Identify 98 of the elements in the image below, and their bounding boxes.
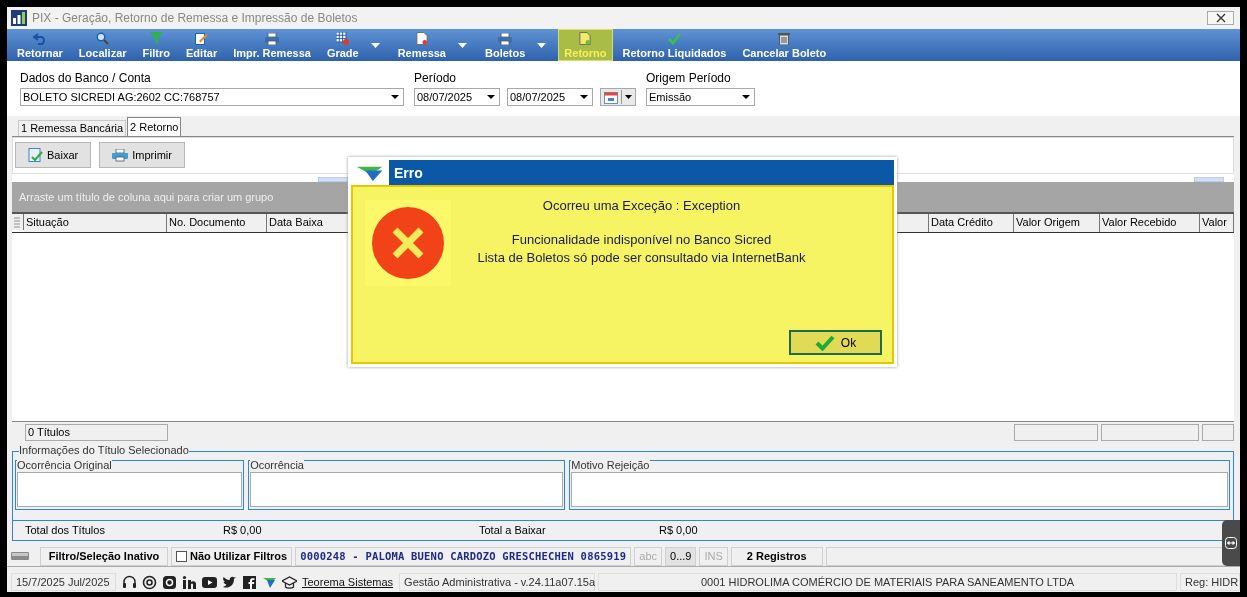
check-icon: [814, 334, 835, 351]
error-icon: [365, 200, 451, 286]
action-button[interactable]: Baixar: [15, 142, 92, 169]
total-label: Total dos Títulos: [25, 524, 106, 537]
column-header[interactable]: Valor Recebido: [1100, 213, 1200, 232]
printer-icon: [498, 33, 513, 46]
action-button[interactable]: Imprimir: [99, 142, 185, 169]
company-link[interactable]: Teorema Sistemas: [302, 576, 394, 589]
dropdown-caret-icon[interactable]: [537, 42, 547, 48]
calendar-button[interactable]: [600, 88, 636, 107]
registration-label: Reg: HIDR: [1180, 573, 1240, 592]
end-date-dropdown[interactable]: 08/07/2025: [507, 88, 593, 107]
funnel-icon: [149, 32, 163, 46]
document-icon: [579, 32, 592, 46]
product-version: Gestão Administrativa - v.24.11a07.15a: [399, 573, 596, 592]
memo-label: Motivo Rejeição: [571, 458, 650, 471]
key-indicator: 0...9: [665, 546, 697, 566]
remote-control-tab[interactable]: [1222, 520, 1240, 566]
group-hint: Arraste um título de coluna aqui para criar um grupo: [19, 190, 274, 203]
period-origin-dropdown[interactable]: Emissão: [646, 88, 755, 107]
total-value: R$ 0,00: [223, 524, 263, 537]
facebook-icon[interactable]: [242, 574, 257, 590]
keyboard-icon: [11, 552, 29, 561]
back-arrow-icon: [32, 33, 47, 46]
toolbar-button[interactable]: Localizar: [72, 29, 133, 62]
record-count: 0 Títulos: [25, 424, 168, 442]
toolbar-button[interactable]: Editar: [180, 29, 224, 62]
graduation-cap-icon[interactable]: [282, 574, 297, 590]
caret-icon: [580, 95, 588, 100]
field-label: Origem Período: [646, 71, 732, 86]
summary-cell: [1202, 424, 1234, 442]
caret-icon: [487, 95, 495, 100]
caret-icon: [742, 95, 750, 100]
dropdown-caret-icon[interactable]: [370, 42, 380, 48]
selected-record: 0000248 - PALOMA BUENO CARDOZO GRESCHECHEN 0865919: [295, 546, 632, 566]
total-value: R$ 0,00: [659, 524, 699, 537]
checkbox[interactable]: [176, 550, 187, 562]
toolbar-button[interactable]: Retornar: [11, 29, 69, 62]
search-icon: [96, 32, 110, 46]
group-title: Informações do Título Selecionado: [19, 443, 189, 456]
company-name: 0001 HIDROLIMA COMÉRCIO DE MATERIAIS PARA SANEAMENTO LTDA: [598, 573, 1177, 592]
field-label: Período: [414, 71, 458, 86]
app-icon: [11, 10, 27, 27]
window-title: PIX - Geração, Retorno de Remessa e Impressão de Boletos: [32, 11, 359, 26]
memo-field[interactable]: [250, 471, 564, 507]
dropdown-caret-icon[interactable]: [458, 42, 467, 48]
caret-icon: [625, 95, 632, 100]
printer-icon: [112, 148, 129, 162]
bird-icon[interactable]: [222, 574, 237, 590]
start-date-dropdown[interactable]: 08/07/2025: [414, 88, 500, 107]
column-header[interactable]: No. Documento: [167, 213, 267, 232]
play-icon[interactable]: [202, 574, 217, 590]
calendar-icon: [604, 90, 618, 104]
toolbar-button[interactable]: Retorno Liquidados: [616, 29, 733, 62]
bank-account-dropdown[interactable]: BOLETO SICREDI AG:2602 CC:768757: [20, 88, 404, 107]
key-indicator: INS: [699, 546, 728, 566]
memo-label: Ocorrência: [250, 458, 304, 471]
date-label: 15/7/2025 Jul/2025: [11, 573, 116, 592]
memo-field[interactable]: [571, 471, 1228, 507]
ok-button[interactable]: Ok: [789, 330, 882, 355]
column-chooser-icon[interactable]: [12, 213, 24, 230]
headset-icon[interactable]: [122, 574, 137, 590]
error-message: Funcionalidade indisponível no Banco Sicred: [511, 231, 772, 249]
close-button[interactable]: [1207, 11, 1234, 26]
toolbar-button[interactable]: Boletos: [479, 29, 532, 62]
column-header[interactable]: Valor: [1200, 213, 1234, 232]
trash-icon: [778, 32, 791, 46]
error-heading: Ocorreu uma Exceção : Exception: [542, 198, 741, 213]
grid-icon: [336, 32, 350, 46]
column-header[interactable]: Situação: [24, 213, 167, 232]
total-label: Total a Baixar: [479, 524, 547, 537]
printer-icon: [265, 33, 280, 46]
pencil-icon: [195, 32, 209, 46]
dialog-title: Erro: [394, 164, 423, 181]
error-message: Lista de Boletos só pode ser consultado via InternetBank: [477, 249, 806, 267]
caret-icon: [391, 95, 399, 100]
tab[interactable]: 1 Remessa Bancária: [18, 119, 127, 136]
logo-icon: [351, 160, 389, 185]
record-total: 2 Registros: [730, 546, 823, 566]
tab[interactable]: 2 Retorno: [127, 116, 182, 136]
toolbar-button[interactable]: Cancelar Boleto: [736, 29, 833, 62]
column-header[interactable]: Data Crédito: [929, 213, 1014, 232]
toolbar-button[interactable]: Impr. Remessa: [227, 29, 317, 62]
toolbar-button[interactable]: Filtro: [136, 29, 177, 62]
memo-label: Ocorrência Original: [17, 458, 112, 471]
key-indicator: abc: [634, 546, 662, 566]
document-check-icon: [28, 147, 43, 163]
camera-icon[interactable]: [162, 574, 177, 590]
toolbar-button[interactable]: Remessa: [391, 29, 452, 62]
close-icon: [1215, 13, 1226, 24]
arrows-icon: [1225, 537, 1237, 549]
field-label: Dados do Banco / Conta: [20, 71, 152, 86]
column-header[interactable]: Valor Origem: [1014, 213, 1100, 232]
document-icon: [415, 32, 428, 46]
filter-status: Filtro/Seleção Inativo: [40, 546, 168, 566]
check-icon: [667, 33, 681, 46]
toolbar-button[interactable]: Grade: [320, 29, 365, 62]
memo-field[interactable]: [17, 471, 243, 507]
